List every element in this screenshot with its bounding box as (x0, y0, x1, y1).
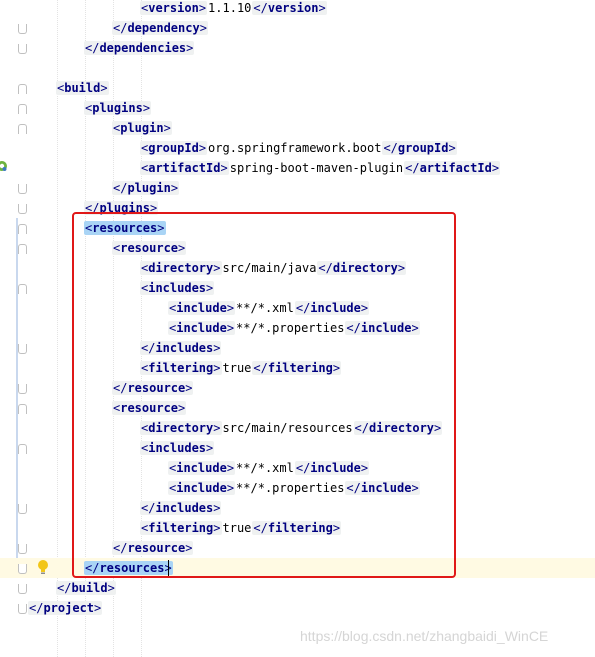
fold-marker-icon[interactable] (18, 44, 27, 54)
fold-marker-icon[interactable] (18, 604, 27, 614)
lightbulb-icon[interactable] (37, 559, 49, 575)
xml-tag-name: dependency (127, 21, 200, 35)
xml-tag-name: version (267, 1, 319, 15)
code-line[interactable]: </dependencies> (84, 38, 195, 58)
code-line[interactable]: <version> 1.1.10 </version> (140, 0, 327, 18)
text-cursor (168, 560, 169, 576)
xml-tag: </plugin> (112, 181, 180, 195)
fold-marker-icon[interactable] (18, 584, 27, 594)
fold-marker-icon[interactable] (18, 404, 27, 414)
xml-tag: </dependencies> (84, 41, 195, 55)
fold-marker-icon[interactable] (18, 124, 27, 134)
xml-tag-name: project (43, 601, 95, 615)
code-line[interactable]: </dependency> (112, 18, 208, 38)
fold-marker-icon[interactable] (18, 184, 27, 194)
xml-tag: <artifactId> (140, 161, 229, 175)
fold-marker-icon[interactable] (18, 244, 27, 254)
xml-tag: </project> (28, 601, 103, 615)
code-line[interactable]: <build> (56, 78, 109, 98)
fold-marker-icon[interactable] (18, 504, 27, 514)
code-line[interactable]: <groupId> org.springframework.boot </group… (140, 138, 457, 158)
xml-tag: </groupId> (382, 141, 457, 155)
xml-tag: </dependency> (112, 21, 208, 35)
xml-tag-name: artifactId (419, 161, 492, 175)
code-line[interactable]: </plugin> (112, 178, 180, 198)
xml-tag: <plugin> (112, 121, 172, 135)
code-line[interactable]: </project> (28, 598, 103, 618)
xml-tag-name: build (64, 81, 101, 95)
xml-tag-name: build (71, 581, 108, 595)
xml-tag-name: plugin (120, 121, 164, 135)
spring-gear-icon[interactable] (0, 160, 8, 172)
code-line[interactable]: <artifactId> spring-boot-maven-plugin </ar… (140, 158, 501, 178)
xml-tag: <plugins> (84, 101, 152, 115)
code-line[interactable]: <plugin> (112, 118, 172, 138)
xml-text-value: org.springframework.boot (208, 141, 382, 155)
code-editor[interactable]: <version> 1.1.10 </version> </dependency> </… (0, 0, 595, 657)
code-line[interactable]: </build> (56, 578, 116, 598)
fold-marker-icon[interactable] (18, 204, 27, 214)
xml-tag-name: plugins (92, 101, 143, 115)
xml-tag-name: groupId (148, 141, 199, 155)
annotation-red-box (72, 212, 456, 578)
xml-tag: <groupId> (140, 141, 208, 155)
code-line[interactable]: <plugins> (84, 98, 152, 118)
fold-marker-icon[interactable] (18, 224, 27, 234)
xml-tag-name: plugin (127, 181, 171, 195)
xml-tag-name: artifactId (148, 161, 221, 175)
fold-marker-icon[interactable] (18, 444, 27, 454)
xml-tag: </version> (252, 1, 327, 15)
fold-marker-icon[interactable] (18, 384, 27, 394)
xml-text-value: spring-boot-maven-plugin (229, 161, 404, 175)
xml-tag: <version> (140, 1, 208, 15)
fold-marker-icon[interactable] (18, 104, 27, 114)
fold-marker-icon[interactable] (18, 24, 27, 34)
change-marker-bar (16, 218, 18, 578)
xml-text-value: 1.1.10 (208, 1, 252, 15)
xml-tag-name: dependencies (99, 41, 187, 55)
fold-marker-icon[interactable] (18, 84, 27, 94)
fold-marker-icon[interactable] (18, 564, 27, 574)
fold-marker-icon[interactable] (18, 544, 27, 554)
xml-tag-name: groupId (397, 141, 449, 155)
xml-tag-name: version (148, 1, 199, 15)
fold-marker-icon[interactable] (18, 284, 27, 294)
xml-tag: </build> (56, 581, 116, 595)
fold-marker-icon[interactable] (18, 344, 27, 354)
watermark: https://blog.csdn.net/zhangbaidi_WinCE (300, 628, 549, 644)
xml-tag: <build> (56, 81, 109, 95)
xml-tag: </artifactId> (404, 161, 501, 175)
